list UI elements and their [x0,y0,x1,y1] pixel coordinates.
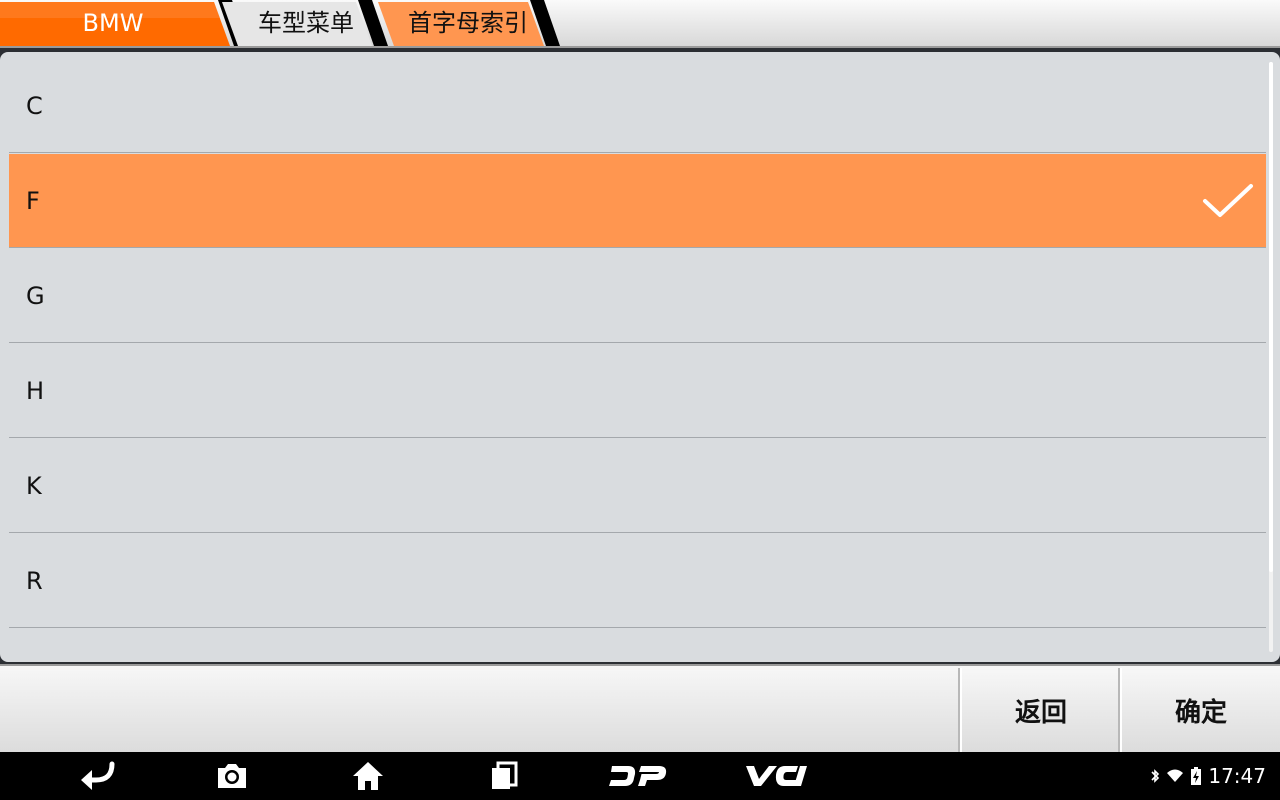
clock: 17:47 [1208,764,1266,788]
action-bar: 返回 确定 [0,664,1280,752]
wifi-icon [1167,769,1184,782]
vci-logo-icon [746,766,807,786]
recent-apps-icon [492,761,518,789]
list-item-label: H [26,377,45,405]
breadcrumb-item-initial-index[interactable]: 首字母索引 [390,0,540,46]
list-item[interactable]: R [9,534,1266,628]
back-arrow-icon [81,761,115,790]
system-nav-bar: 17:47 [0,752,1280,800]
home-icon [353,762,383,790]
home-button[interactable] [328,752,408,800]
list-item-label: R [26,567,43,595]
screenshot-button[interactable] [192,752,272,800]
breadcrumb-bar: BMW 车型菜单 首字母索引 [0,0,1280,48]
scrollbar-thumb[interactable] [1269,62,1273,572]
back-arrow-button[interactable] [58,752,138,800]
list-item[interactable]: H [9,344,1266,438]
breadcrumb-label: 首字母索引 [408,9,528,37]
dp-logo-icon [609,766,667,786]
breadcrumb-item-bmw[interactable]: BMW [0,0,226,46]
list-item-label: C [26,92,43,120]
vci-button[interactable] [736,752,816,800]
list-item-selected[interactable]: F [9,154,1266,248]
battery-charging-icon [1191,767,1202,785]
breadcrumb-label: 车型菜单 [258,9,354,37]
list-item[interactable]: C [9,59,1266,153]
breadcrumb-label: BMW [82,9,144,37]
confirm-button[interactable]: 确定 [1120,668,1280,752]
list-item[interactable]: G [9,249,1266,343]
bluetooth-icon [1151,769,1160,783]
camera-icon [218,764,246,788]
check-icon [1203,184,1253,217]
breadcrumb-item-model-menu[interactable]: 车型菜单 [236,0,366,46]
status-area: 17:47 [1150,752,1266,800]
letter-index-list: C F G H K R [0,52,1280,662]
recent-apps-button[interactable] [464,752,544,800]
list-item-label: K [26,472,42,500]
dp-button[interactable] [598,752,678,800]
list-item-label: G [26,282,45,310]
back-button[interactable]: 返回 [960,668,1120,752]
list-item[interactable]: K [9,439,1266,533]
list-item-label: F [26,187,40,215]
